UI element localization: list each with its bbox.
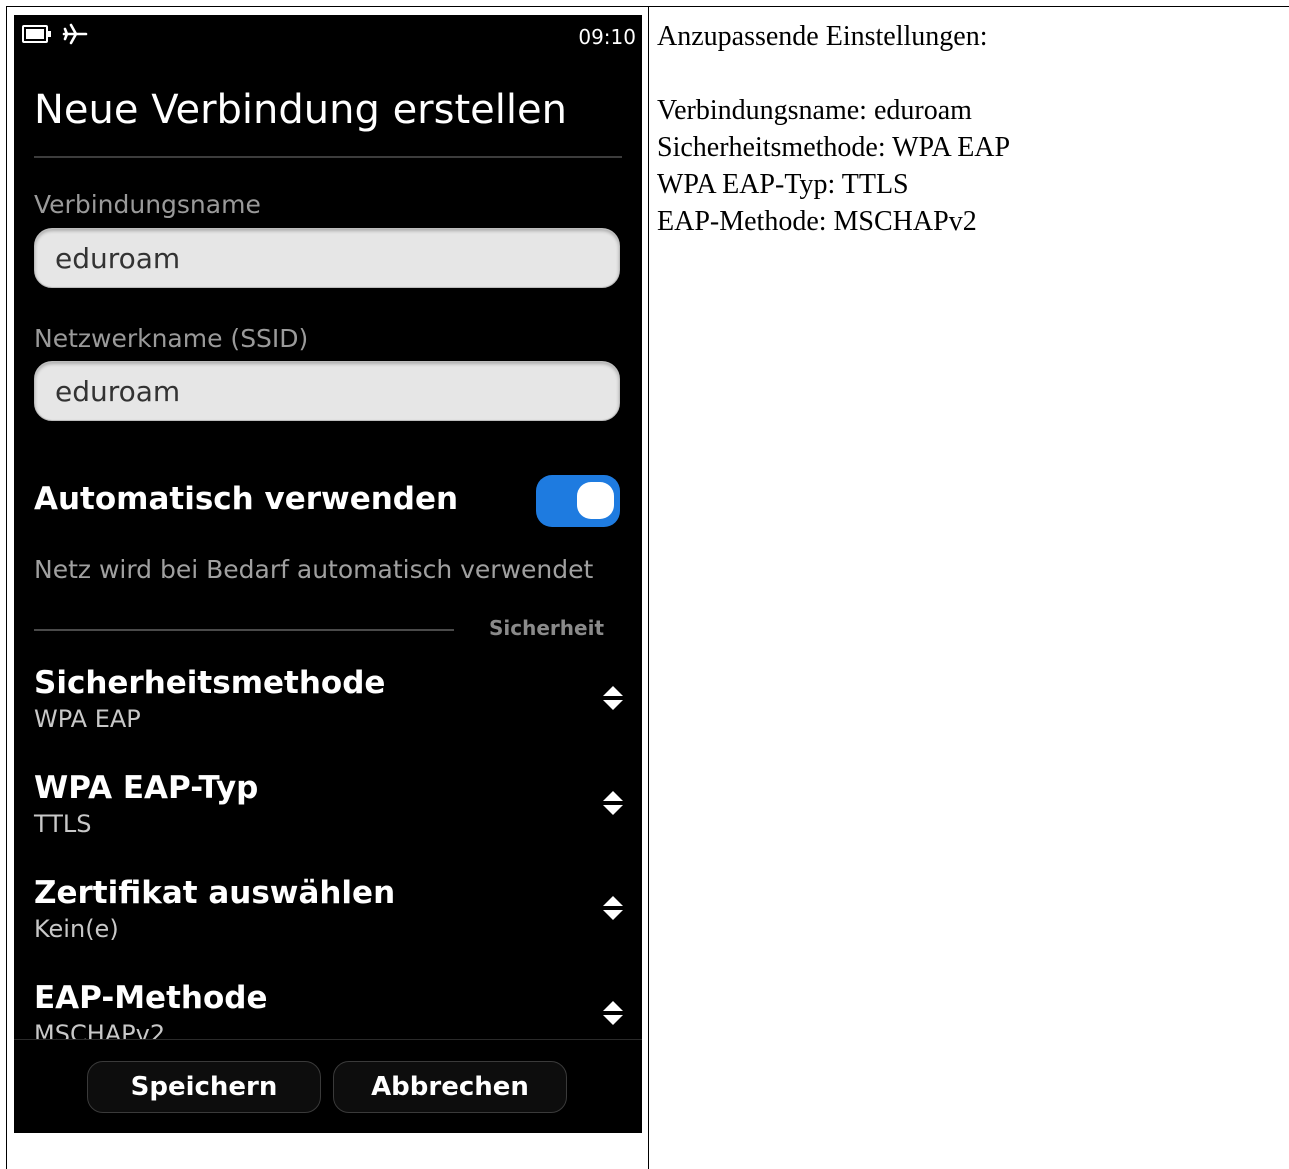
notes-heading: Anzupassende Einstellungen: (657, 21, 988, 52)
notes-line: EAP-Methode: MSCHAPv2 (657, 206, 977, 237)
status-bar: 09:10 (14, 15, 642, 57)
page-title: Neue Verbindung erstellen (34, 87, 567, 133)
bottom-action-bar: Speichern Abbrechen (14, 1039, 642, 1133)
phone-screen: 09:10 Neue Verbindung erstellen Verbindu… (14, 15, 642, 1133)
auto-use-toggle[interactable] (536, 475, 620, 527)
auto-use-label: Automatisch verwenden (34, 481, 459, 517)
toggle-knob (577, 482, 614, 519)
ssid-input[interactable]: eduroam (34, 361, 620, 421)
setting-name: WPA EAP-Typ (34, 770, 259, 806)
ssid-value: eduroam (55, 375, 181, 408)
notes-line: Verbindungsname: eduroam (657, 95, 972, 126)
setting-security-method[interactable]: Sicherheitsmethode WPA EAP (34, 665, 623, 755)
notes-line: Sicherheitsmethode: WPA EAP (657, 132, 1011, 163)
setting-wpa-eap-type[interactable]: WPA EAP-Typ TTLS (34, 770, 623, 860)
up-down-arrows-icon (603, 896, 623, 920)
status-time: 09:10 (578, 25, 636, 49)
setting-value: TTLS (34, 810, 92, 838)
setting-value: WPA EAP (34, 705, 141, 733)
setting-certificate[interactable]: Zertifikat auswählen Kein(e) (34, 875, 623, 965)
setting-name: EAP-Methode (34, 980, 268, 1016)
setting-value: Kein(e) (34, 915, 119, 943)
setting-name: Sicherheitsmethode (34, 665, 386, 701)
notes-line: WPA EAP-Typ: TTLS (657, 169, 909, 200)
battery-icon (22, 25, 51, 43)
table-border-left (6, 6, 7, 1169)
connection-name-label: Verbindungsname (34, 190, 261, 219)
up-down-arrows-icon (603, 791, 623, 815)
title-divider (34, 156, 622, 158)
save-button[interactable]: Speichern (87, 1061, 321, 1113)
connection-name-input[interactable]: eduroam (34, 228, 620, 288)
section-label-security: Sicherheit (489, 616, 604, 640)
table-column-divider (648, 6, 649, 1169)
cancel-button[interactable]: Abbrechen (333, 1061, 567, 1113)
up-down-arrows-icon (603, 686, 623, 710)
setting-name: Zertifikat auswählen (34, 875, 396, 911)
up-down-arrows-icon (603, 1001, 623, 1025)
auto-use-description: Netz wird bei Bedarf automatisch verwend… (34, 555, 594, 584)
ssid-label: Netzwerkname (SSID) (34, 324, 309, 353)
airplane-mode-icon (62, 23, 88, 45)
settings-notes: Anzupassende Einstellungen: Verbindungsn… (657, 18, 1010, 240)
connection-name-value: eduroam (55, 242, 181, 275)
section-divider (34, 629, 454, 631)
